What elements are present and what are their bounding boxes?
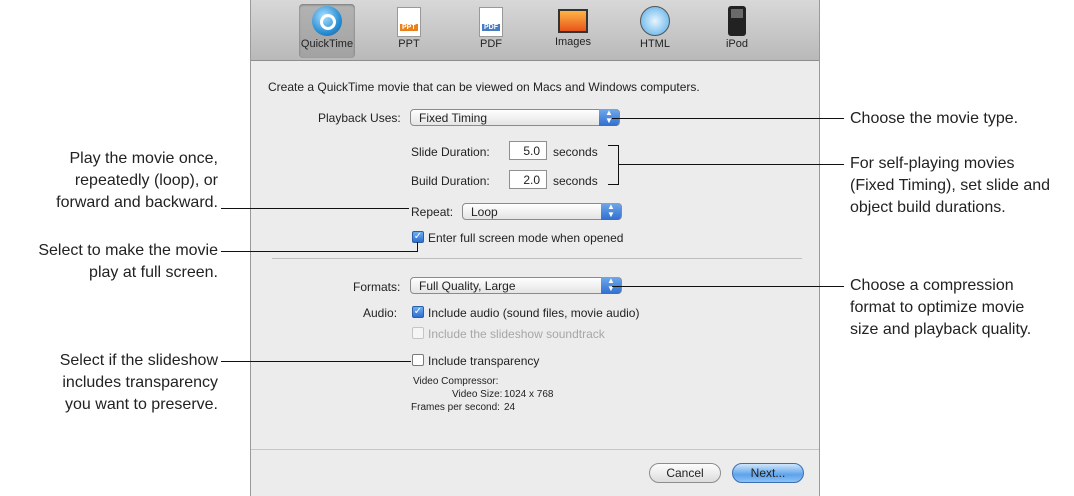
slide-seconds-label: seconds bbox=[553, 145, 598, 159]
video-size-label: Video Size: bbox=[452, 389, 503, 400]
fps-value: 24 bbox=[504, 402, 516, 413]
export-description: Create a QuickTime movie that can be vie… bbox=[268, 80, 700, 94]
cancel-button[interactable]: Cancel bbox=[649, 463, 721, 483]
build-seconds-label: seconds bbox=[553, 174, 598, 188]
next-button[interactable]: Next... bbox=[732, 463, 804, 483]
callout-line: size and playback quality. bbox=[850, 321, 1032, 338]
include-audio-label: Include audio (sound files, movie audio) bbox=[428, 306, 640, 320]
export-dialog: QuickTime PPT PPT PDF PDF Images HTML iP… bbox=[250, 0, 820, 496]
build-duration-label: Build Duration: bbox=[411, 174, 490, 188]
callout-line: play at full screen. bbox=[89, 264, 218, 281]
leader-line bbox=[612, 118, 844, 119]
callout-line: you want to preserve. bbox=[65, 396, 218, 413]
pdf-badge: PDF bbox=[482, 24, 500, 31]
fullscreen-checkbox[interactable]: ✓ bbox=[412, 231, 424, 243]
tab-label: PDF bbox=[480, 38, 502, 50]
build-duration-field[interactable]: 2.0 bbox=[509, 170, 547, 189]
quicktime-icon bbox=[312, 6, 342, 36]
callout-line: Choose the movie type. bbox=[850, 110, 1019, 127]
callout-line: For self-playing movies bbox=[850, 155, 1015, 172]
callout-line: Choose a compression bbox=[850, 277, 1014, 294]
tab-label: HTML bbox=[640, 38, 670, 50]
playback-value: Fixed Timing bbox=[419, 111, 488, 125]
ppt-badge: PPT bbox=[400, 24, 418, 31]
playback-popup[interactable]: Fixed Timing ▲ ▼ bbox=[410, 109, 620, 126]
video-size-value: 1024 x 768 bbox=[504, 389, 554, 400]
callout-line: forward and backward. bbox=[56, 194, 218, 211]
callout-full-screen: Select to make the movie play at full sc… bbox=[0, 240, 218, 284]
repeat-label: Repeat: bbox=[411, 205, 454, 219]
export-toolbar: QuickTime PPT PPT PDF PDF Images HTML iP… bbox=[251, 0, 819, 61]
callout-play-movie: Play the movie once, repeatedly (loop), … bbox=[0, 148, 218, 214]
ipod-icon bbox=[728, 6, 746, 36]
formats-label: Formats: bbox=[353, 280, 401, 294]
callout-line: format to optimize movie bbox=[850, 299, 1025, 316]
fullscreen-label: Enter full screen mode when opened bbox=[428, 231, 624, 245]
leader-line bbox=[221, 361, 411, 362]
slide-duration-field[interactable]: 5.0 bbox=[509, 141, 547, 160]
repeat-value: Loop bbox=[471, 205, 498, 219]
playback-label: Playback Uses: bbox=[318, 111, 401, 125]
include-transparency-label: Include transparency bbox=[428, 354, 540, 368]
callout-line: includes transparency bbox=[62, 374, 218, 391]
fps-label: Frames per second: bbox=[411, 402, 500, 413]
tab-label: QuickTime bbox=[300, 38, 354, 50]
leader-line bbox=[417, 242, 418, 252]
callout-compression: Choose a compression format to optimize … bbox=[850, 275, 1074, 341]
footer-divider bbox=[251, 449, 819, 450]
include-soundtrack-label: Include the slideshow soundtrack bbox=[428, 327, 605, 341]
callout-line: (Fixed Timing), set slide and bbox=[850, 177, 1051, 194]
formats-popup[interactable]: Full Quality, Large ▲ ▼ bbox=[410, 277, 622, 294]
slide-duration-label: Slide Duration: bbox=[411, 145, 490, 159]
leader-line bbox=[618, 164, 844, 165]
tab-ipod[interactable]: iPod bbox=[709, 4, 765, 58]
leader-line bbox=[221, 251, 418, 252]
callout-transparency: Select if the slideshow includes transpa… bbox=[0, 350, 218, 416]
tab-label: PPT bbox=[398, 38, 420, 50]
image-icon bbox=[558, 9, 588, 33]
callout-movie-type: Choose the movie type. bbox=[850, 108, 1074, 130]
repeat-popup[interactable]: Loop ▲ ▼ bbox=[462, 203, 622, 220]
callout-line: Select if the slideshow bbox=[59, 352, 218, 369]
leader-line bbox=[221, 208, 409, 209]
popup-arrows-icon: ▲ ▼ bbox=[601, 203, 621, 220]
divider bbox=[272, 258, 802, 259]
tab-label: iPod bbox=[725, 38, 749, 50]
tab-html[interactable]: HTML bbox=[627, 4, 683, 58]
callout-line: Play the movie once, bbox=[69, 150, 218, 167]
formats-value: Full Quality, Large bbox=[419, 279, 516, 293]
callout-line: Select to make the movie bbox=[38, 242, 218, 259]
pdf-document-icon: PDF bbox=[479, 7, 503, 37]
duration-bracket bbox=[608, 145, 619, 185]
include-soundtrack-checkbox[interactable] bbox=[412, 327, 424, 339]
callout-line: repeatedly (loop), or bbox=[74, 172, 218, 189]
video-compressor-label: Video Compressor: bbox=[413, 376, 499, 387]
callout-line: object build durations. bbox=[850, 199, 1006, 216]
ppt-document-icon: PPT bbox=[397, 7, 421, 37]
callout-self-playing: For self-playing movies (Fixed Timing), … bbox=[850, 153, 1074, 219]
include-audio-checkbox[interactable]: ✓ bbox=[412, 306, 424, 318]
leader-line bbox=[612, 286, 844, 287]
audio-label: Audio: bbox=[363, 306, 398, 320]
tab-images[interactable]: Images bbox=[545, 4, 601, 58]
safari-compass-icon bbox=[640, 6, 670, 36]
tab-quicktime[interactable]: QuickTime bbox=[299, 4, 355, 58]
tab-label: Images bbox=[554, 36, 592, 48]
tab-pdf[interactable]: PDF PDF bbox=[463, 4, 519, 58]
include-transparency-checkbox[interactable] bbox=[412, 354, 424, 366]
tab-ppt[interactable]: PPT PPT bbox=[381, 4, 437, 58]
